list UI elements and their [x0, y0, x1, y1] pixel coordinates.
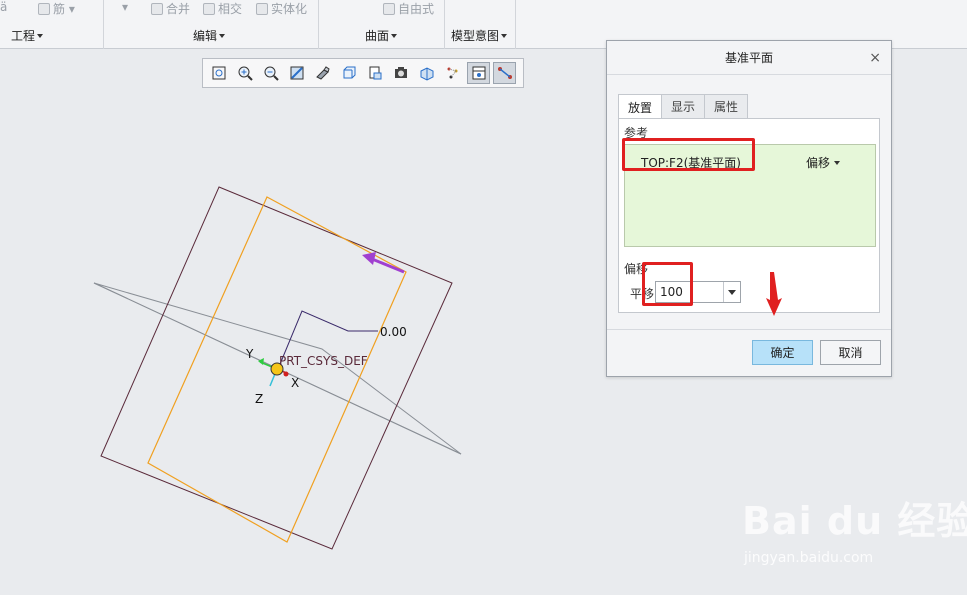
- chevron-down-icon: [501, 34, 508, 38]
- chevron-down-icon: [391, 34, 398, 38]
- group-surface[interactable]: 曲面: [365, 27, 398, 44]
- ribbon-dropdown-icon[interactable]: ▾: [122, 0, 128, 14]
- chevron-down-icon: [728, 289, 736, 295]
- watermark-brand: Bai du 经验: [742, 499, 967, 543]
- cancel-button[interactable]: 取消: [820, 340, 881, 365]
- csys-label: PRT_CSYS_DEF: [279, 354, 368, 368]
- baidu-watermark: Bai du 经验 jingyan.baidu.com: [742, 490, 967, 570]
- solidify-icon: [256, 3, 268, 15]
- solidify-button[interactable]: 实体化: [256, 0, 307, 17]
- rib-button[interactable]: 筋 ▾: [38, 0, 75, 17]
- rib-icon: [38, 3, 50, 15]
- axis-z-label: Z: [255, 392, 264, 406]
- ribbon-cut-item[interactable]: ä: [0, 0, 7, 14]
- ok-button[interactable]: 确定: [752, 340, 813, 365]
- tab-display[interactable]: 显示: [661, 94, 706, 118]
- group-edit[interactable]: 编辑: [193, 27, 226, 44]
- dialog-tabs: 放置 显示 属性: [618, 94, 749, 119]
- merge-icon: [151, 3, 163, 15]
- translation-dropdown-button[interactable]: [723, 282, 740, 302]
- chevron-down-icon: [37, 34, 44, 38]
- annotation-offset-highlight: [642, 262, 693, 306]
- dialog-titlebar[interactable]: 基准平面 ×: [607, 41, 891, 75]
- intersect-button[interactable]: 相交: [203, 0, 242, 17]
- csys-x-marker: [283, 371, 289, 377]
- freestyle-icon: [383, 3, 395, 15]
- chevron-down-icon: [219, 34, 226, 38]
- dialog-title: 基准平面: [724, 51, 773, 65]
- constraint-type-dropdown[interactable]: 偏移: [806, 154, 841, 171]
- dialog-divider: [607, 329, 891, 330]
- watermark-url: jingyan.baidu.com: [744, 550, 874, 566]
- freestyle-button[interactable]: 自由式: [383, 0, 434, 17]
- annotation-reference-highlight: [622, 138, 755, 171]
- axis-x-label: X: [291, 376, 300, 390]
- chevron-down-icon: [834, 161, 841, 165]
- close-icon[interactable]: ×: [869, 50, 881, 66]
- annotation-arrow-icon: [766, 272, 782, 316]
- offset-dimension[interactable]: 0.00: [380, 325, 407, 339]
- group-engineering[interactable]: 工程: [11, 27, 44, 44]
- ribbon-top-row: ä 筋 ▾ ▾ 合并 相交 实体化 自由式: [0, 0, 967, 18]
- datum-plane-dialog: 基准平面 × 放置 显示 属性 参考 TOP:F2(基准平面) 偏移 偏移 平移…: [606, 40, 892, 377]
- axis-y-label: Y: [246, 347, 254, 361]
- group-model-intent[interactable]: 模型意图: [451, 27, 508, 44]
- tab-properties[interactable]: 属性: [704, 94, 749, 118]
- y-axis-arrow-icon: [258, 358, 264, 365]
- intersect-icon: [203, 3, 215, 15]
- merge-button[interactable]: 合并: [151, 0, 190, 17]
- tab-placement[interactable]: 放置: [618, 94, 663, 119]
